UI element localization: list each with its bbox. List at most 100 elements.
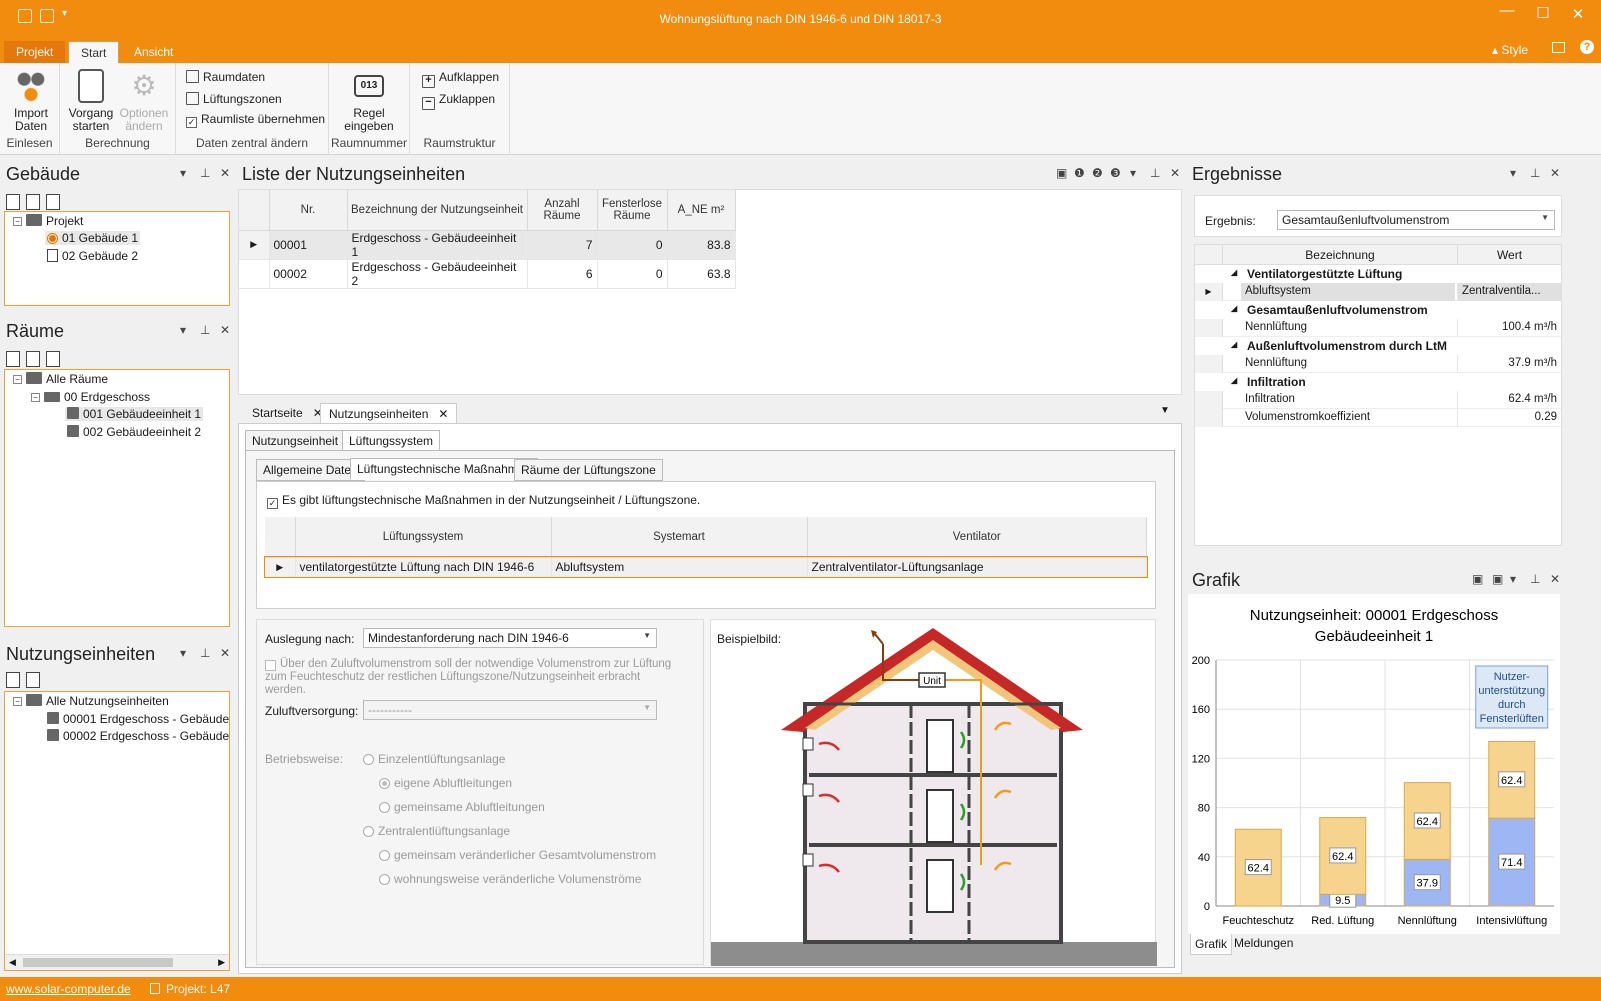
regel-button[interactable]: 013 Regel eingeben <box>337 69 401 133</box>
collapse-icon[interactable]: − <box>13 697 22 706</box>
cell-anzahl[interactable]: 7 <box>527 230 598 260</box>
table-row[interactable]: ▶ ventilatorgestützte Lüftung nach DIN 1… <box>264 556 1148 578</box>
table-row[interactable]: ▶ 00001 Erdgeschoss - Gebäudeeinheit 1 7… <box>239 230 736 260</box>
scroll-thumb[interactable] <box>23 958 173 967</box>
ergebnis-select[interactable]: Gesamtaußenluftvolumenstrom ▼ <box>1277 210 1555 230</box>
cell-bezeichnung[interactable]: Erdgeschoss - Gebäudeeinheit 1 <box>347 230 528 260</box>
close-icon[interactable]: ✕ <box>1550 572 1560 586</box>
tabs-dropdown-icon[interactable]: ▼ <box>1160 405 1170 416</box>
tree-node-raum-002[interactable]: 002 Gebäudeeinheit 2 <box>67 425 201 439</box>
cell-bezeichnung[interactable]: Volumenstromkoeffizient <box>1241 409 1455 427</box>
panel-menu-icon[interactable]: ▾ <box>180 166 186 180</box>
col-bezeichnung[interactable]: Bezeichnung <box>1225 248 1455 262</box>
minimize-button[interactable]: — <box>1492 2 1522 19</box>
cell-bezeichnung[interactable]: Abluftsystem <box>1241 283 1455 301</box>
scroll-left-icon[interactable]: ◀ <box>9 957 16 968</box>
checkbox-icon[interactable] <box>265 660 276 671</box>
cell-ane[interactable]: 83.8 <box>667 230 736 260</box>
table-row[interactable]: 00002 Erdgeschoss - Gebäudeeinheit 2 6 0… <box>239 259 736 289</box>
close-button[interactable]: ✕ <box>1563 5 1593 23</box>
horizontal-scrollbar[interactable]: ◀ ▶ <box>5 954 229 970</box>
col-lueftungssystem[interactable]: Lüftungssystem <box>295 517 552 558</box>
radio-zentral[interactable]: Zentralentlüftungsanlage <box>363 824 510 838</box>
tab-grafik[interactable]: Grafik <box>1190 934 1233 955</box>
col-ventilator[interactable]: Ventilator <box>807 517 1147 558</box>
col-wert[interactable]: Wert <box>1457 245 1561 265</box>
tree-node-ne-00002[interactable]: 00002 Erdgeschoss - Gebäudeeir <box>47 729 229 743</box>
copy-icon[interactable] <box>26 194 40 210</box>
cell-lueftungssystem[interactable]: ventilatorgestützte Lüftung nach DIN 194… <box>295 557 552 578</box>
help-icon[interactable]: ? <box>1580 40 1594 54</box>
col-nr[interactable]: Nr. <box>269 190 348 231</box>
tree-node-alle-nutzung[interactable]: − Alle Nutzungseinheiten <box>13 694 169 708</box>
collapse-arrow-icon[interactable]: ◢ <box>1231 376 1237 385</box>
cell-wert[interactable]: 0.29 <box>1457 409 1561 427</box>
cell-anzahl[interactable]: 6 <box>527 259 598 289</box>
doc-tab-nutzungseinheiten[interactable]: Nutzungseinheiten ✕ <box>320 403 458 423</box>
close-icon[interactable]: ✕ <box>220 166 230 180</box>
panel-menu-icon[interactable]: ▾ <box>180 646 186 660</box>
cell-bezeichnung[interactable]: Erdgeschoss - Gebäudeeinheit 2 <box>347 259 528 289</box>
monitor-icon[interactable] <box>1552 42 1565 53</box>
collapse-arrow-icon[interactable]: ◢ <box>1231 340 1237 349</box>
col-bezeichnung[interactable]: Bezeichnung der Nutzungseinheit <box>347 190 528 231</box>
collapse-arrow-icon[interactable]: ◢ <box>1231 304 1237 313</box>
panel-menu-icon[interactable]: ▾ <box>1510 166 1516 180</box>
new-icon[interactable] <box>6 672 20 688</box>
close-icon[interactable]: ✕ <box>220 323 230 337</box>
tree-node-projekt[interactable]: − Projekt <box>13 214 83 228</box>
cell-wert[interactable]: 37.9 m³/h <box>1457 355 1561 373</box>
tree-node-erdgeschoss[interactable]: − 00 Erdgeschoss <box>31 390 150 404</box>
pin-icon[interactable]: ⊥ <box>200 323 210 337</box>
cell-fensterlos[interactable]: 0 <box>597 230 668 260</box>
panel-menu-icon[interactable]: ▾ <box>180 323 186 337</box>
close-icon[interactable]: ✕ <box>220 646 230 660</box>
tab-projekt[interactable]: Projekt <box>4 41 66 63</box>
radio-wohnungsweise[interactable]: wohnungsweise veränderliche Volumenström… <box>379 872 641 886</box>
cell-bezeichnung[interactable]: Nennlüftung <box>1241 319 1455 337</box>
result-group[interactable]: ◢ Gesamtaußenluftvolumenstrom <box>1195 301 1561 319</box>
import-button[interactable]: Import Daten <box>8 69 54 133</box>
scroll-right-icon[interactable]: ▶ <box>218 957 225 968</box>
tree-node-alle-raeume[interactable]: − Alle Räume <box>13 372 108 386</box>
view-1-icon[interactable]: ❶ <box>1074 166 1085 180</box>
tree-node-gebaeude-2[interactable]: 02 Gebäude 2 <box>47 249 138 263</box>
subtab-massnahmen[interactable]: Lüftungstechnische Maßnahmen <box>350 458 539 480</box>
auslegung-select[interactable]: Mindestanforderung nach DIN 1946-6 ▼ <box>363 628 657 648</box>
cell-wert[interactable]: 62.4 m³/h <box>1457 391 1561 409</box>
zuklappen-button[interactable]: − Zuklappen <box>422 92 495 110</box>
website-link[interactable]: www.solar-computer.de <box>6 982 131 996</box>
cell-ane[interactable]: 63.8 <box>667 259 736 289</box>
delete-icon[interactable] <box>46 194 60 210</box>
tab-meldungen[interactable]: Meldungen <box>1234 936 1293 950</box>
table-row[interactable]: Nennlüftung 37.9 m³/h <box>1195 355 1561 373</box>
cell-systemart[interactable]: Abluftsystem <box>551 557 808 578</box>
close-icon[interactable]: ✕ <box>1170 166 1180 180</box>
view-icon[interactable]: ▣ <box>1056 166 1067 180</box>
copy-icon[interactable] <box>26 351 40 367</box>
subtab-lueftungssystem[interactable]: Lüftungssystem <box>342 430 441 452</box>
lueftungszonen-button[interactable]: Lüftungszonen <box>186 92 282 106</box>
pin-icon[interactable]: ⊥ <box>200 166 210 180</box>
cell-nr[interactable]: 00001 <box>269 230 348 260</box>
massnahmen-checkbox[interactable]: ✓ Es gibt lüftungstechnische Maßnahmen in… <box>267 493 700 509</box>
close-icon[interactable]: ✕ <box>1550 166 1560 180</box>
optionen-button[interactable]: ⚙ Optionen ändern <box>116 69 172 133</box>
col-fensterlos[interactable]: Fensterlose Räume <box>597 190 668 231</box>
table-row[interactable]: Nennlüftung 100.4 m³/h <box>1195 319 1561 337</box>
cell-wert[interactable]: 100.4 m³/h <box>1457 319 1561 337</box>
cell-nr[interactable]: 00002 <box>269 259 348 289</box>
collapse-icon[interactable]: − <box>13 375 22 384</box>
result-group[interactable]: ◢ Ventilatorgestützte Lüftung <box>1195 265 1561 283</box>
tree-node-ne-00001[interactable]: 00001 Erdgeschoss - Gebäudeeir <box>47 712 229 726</box>
panel-menu-icon[interactable]: ▾ <box>1510 572 1516 586</box>
tab-ansicht[interactable]: Ansicht <box>122 41 185 63</box>
tree-node-raum-001[interactable]: 001 Gebäudeeinheit 1 <box>65 407 204 421</box>
radio-eigene[interactable]: eigene Abluftleitungen <box>379 776 512 790</box>
collapse-icon[interactable]: − <box>13 217 22 226</box>
radio-gesamtvolumen[interactable]: gemeinsam veränderlicher Gesamtvolumenst… <box>379 848 656 862</box>
chart-export-icon[interactable]: ▣ <box>1492 572 1503 586</box>
zuluftversorgung-select[interactable]: ----------- ▼ <box>363 700 657 720</box>
close-icon[interactable]: ✕ <box>438 407 448 421</box>
new-icon[interactable] <box>6 351 20 367</box>
